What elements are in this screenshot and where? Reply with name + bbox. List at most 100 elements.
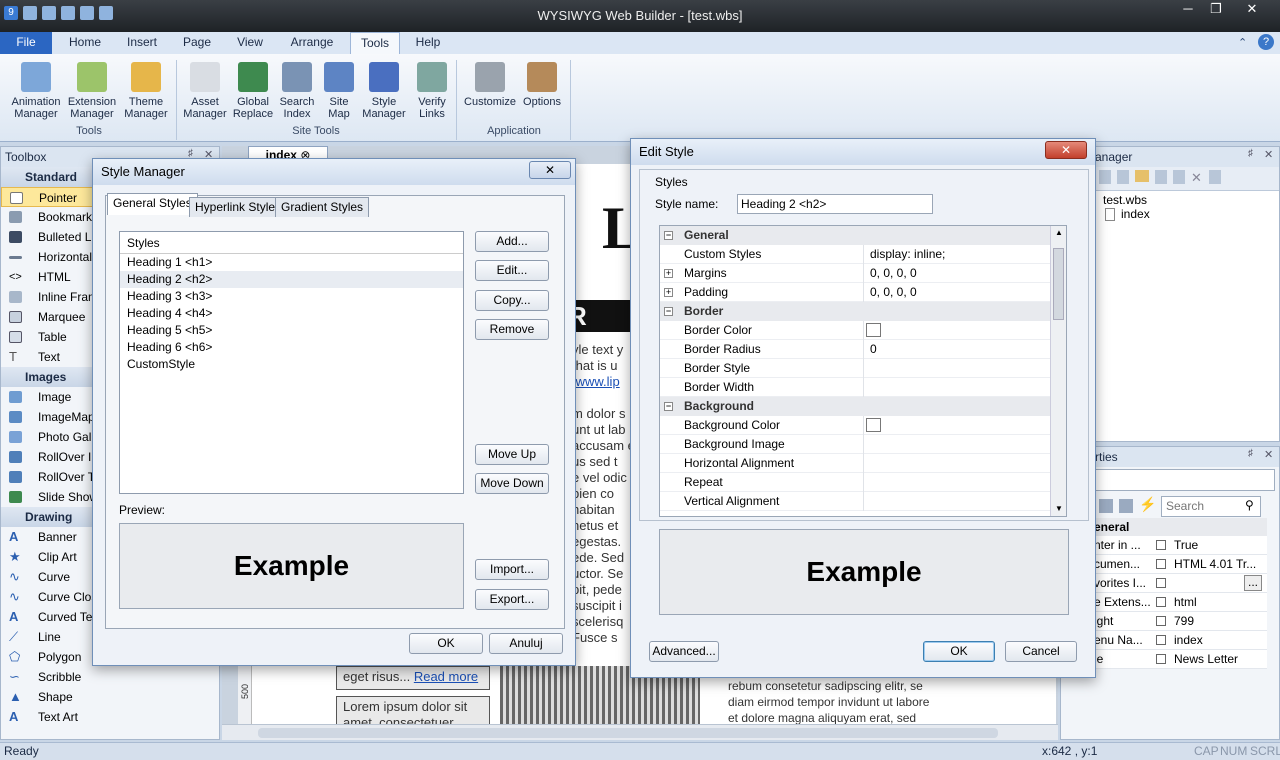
site-map-button[interactable]: Site Map [322,62,356,120]
style-item-h6[interactable]: Heading 6 <h6> [120,339,463,356]
object-selector[interactable] [1065,469,1275,491]
search-index-button[interactable]: Search Index [278,62,316,120]
tab-tools[interactable]: Tools [350,32,400,54]
property-row[interactable]: Background Image [660,435,1050,454]
properties-icon[interactable] [1209,170,1221,184]
options-button[interactable]: Options [520,62,564,108]
move-up-button[interactable]: Move Up [475,444,549,465]
style-property-grid[interactable]: − General Custom Styles display: inline; + Ma… [659,225,1067,517]
toolbox-item-scribble[interactable]: ∽ Scribble [1,667,219,687]
color-swatch[interactable] [866,418,881,432]
delete-icon[interactable]: ✕ [1191,170,1203,185]
property-row[interactable]: Vertical Alignment [660,492,1050,511]
advanced-button[interactable]: Advanced... [649,641,719,662]
export-button[interactable]: Export... [475,589,549,610]
property-category[interactable]: − Border [660,302,1050,321]
property-value[interactable]: 0 [866,340,877,359]
toolbox-item-shape[interactable]: ▲ Shape [1,687,219,707]
ok-button[interactable]: OK [923,641,995,662]
property-value[interactable]: 0, 0, 0, 0 [866,283,917,302]
tab-general-styles[interactable]: General Styles [107,193,198,215]
style-item-h4[interactable]: Heading 4 <h4> [120,305,463,322]
collapse-icon[interactable]: − [664,231,673,240]
tab-gradient-styles[interactable]: Gradient Styles [275,197,370,217]
style-item-h2[interactable]: Heading 2 <h2> [120,271,463,288]
properties-list-icon[interactable] [1119,499,1133,513]
tab-view[interactable]: View [228,32,272,54]
collapse-ribbon-icon[interactable]: ⌃ [1238,36,1247,49]
expand-icon[interactable]: + [664,288,673,297]
theme-manager-button[interactable]: Theme Manager [120,62,172,120]
property-value[interactable]: display: inline; [866,245,945,264]
global-replace-button[interactable]: Global Replace [232,62,274,120]
tab-hyperlink-styles[interactable]: Hyperlink Styles [189,197,288,217]
copy-icon[interactable] [1173,170,1185,184]
customize-button[interactable]: Customize [462,62,518,108]
styles-list[interactable]: Styles Heading 1 <h1> Heading 2 <h2> Hea… [119,231,464,494]
move-down-button[interactable]: Move Down [475,473,549,494]
tab-page[interactable]: Page [176,32,218,54]
scroll-thumb[interactable] [1053,248,1064,320]
folder-icon[interactable] [1135,170,1149,182]
property-row[interactable]: Border Style [660,359,1050,378]
intro-link[interactable]: /www.lip [572,374,620,390]
toolbox-item-text-art[interactable]: A Text Art [1,707,219,727]
tab-help[interactable]: Help [408,32,448,54]
copy-button[interactable]: Copy... [475,290,549,311]
close-panel-icon[interactable]: ✕ [1264,148,1273,161]
animation-manager-button[interactable]: Animation Manager [6,62,66,120]
tab-arrange[interactable]: Arrange [282,32,342,54]
collapse-icon[interactable]: − [664,402,673,411]
pin-icon[interactable]: ♯ [1248,148,1253,159]
edit-button[interactable]: Edit... [475,260,549,281]
site-page-index[interactable]: index [1103,207,1237,221]
asset-manager-button[interactable]: Asset Manager [180,62,230,120]
maximize-icon[interactable]: ❐ [1200,0,1232,20]
property-row[interactable]: Horizontal Alignment [660,454,1050,473]
color-swatch[interactable] [866,323,881,337]
remove-button[interactable]: Remove [475,319,549,340]
ellipsis-button[interactable]: ... [1244,575,1262,591]
expand-icon[interactable]: + [664,269,673,278]
cancel-button[interactable]: Cancel [1005,641,1077,662]
site-root[interactable]: test.wbs [1103,193,1237,207]
categorized-icon[interactable] [1099,499,1113,513]
ok-button[interactable]: OK [409,633,483,654]
property-grid-scrollbar[interactable]: ▲ ▼ [1050,226,1066,516]
page-icon[interactable] [1117,170,1129,184]
search-icon[interactable]: ⚲ [1245,498,1254,512]
scroll-down-icon[interactable]: ▼ [1055,504,1063,513]
events-icon[interactable]: ⚡ [1139,496,1156,513]
cancel-button[interactable]: Anuluj [489,633,563,654]
new-page-icon[interactable] [1099,170,1111,184]
scroll-thumb[interactable] [258,728,998,738]
import-button[interactable]: Import... [475,559,549,580]
scroll-up-icon[interactable]: ▲ [1055,228,1063,237]
duplicate-icon[interactable] [1155,170,1167,184]
style-manager-button[interactable]: Style Manager [360,62,408,120]
style-item-h1[interactable]: Heading 1 <h1> [120,254,463,271]
property-row[interactable]: + Margins 0, 0, 0, 0 [660,264,1050,283]
pin-icon[interactable]: ♯ [1248,448,1253,459]
style-name-input[interactable]: Heading 2 <h2> [737,194,933,214]
style-item-h5[interactable]: Heading 5 <h5> [120,322,463,339]
close-icon[interactable]: ✕ [1045,141,1087,159]
close-window-icon[interactable]: ✕ [1236,0,1268,20]
property-row[interactable]: Background Color [660,416,1050,435]
property-category[interactable]: − General [660,226,1050,245]
tab-file[interactable]: File [0,32,52,54]
property-row[interactable]: Border Width [660,378,1050,397]
extension-manager-button[interactable]: Extension Manager [66,62,118,120]
property-row[interactable]: + Padding 0, 0, 0, 0 [660,283,1050,302]
property-row[interactable]: Border Color [660,321,1050,340]
property-row[interactable]: Repeat [660,473,1050,492]
close-icon[interactable]: ✕ [529,161,571,179]
help-icon[interactable]: ? [1258,34,1274,50]
property-row[interactable]: Border Radius 0 [660,340,1050,359]
verify-links-button[interactable]: Verify Links [412,62,452,120]
property-category[interactable]: − Background [660,397,1050,416]
property-row[interactable]: Custom Styles display: inline; [660,245,1050,264]
collapse-icon[interactable]: − [664,307,673,316]
property-value[interactable]: 0, 0, 0, 0 [866,264,917,283]
read-more-link[interactable]: Read more [414,669,478,684]
